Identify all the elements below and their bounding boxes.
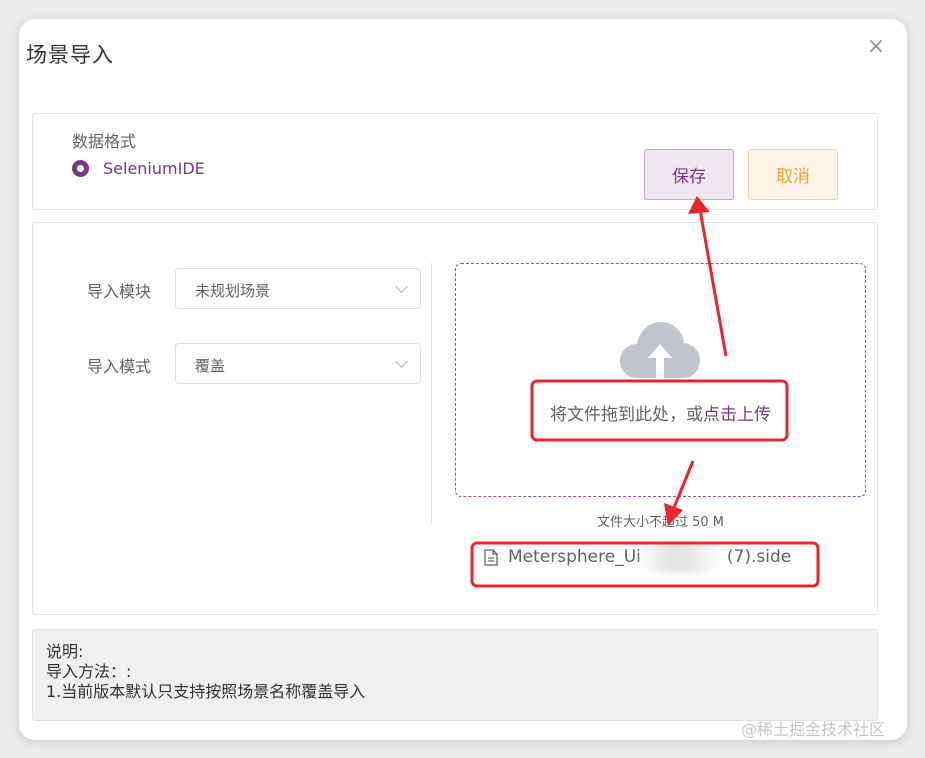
document-icon <box>484 548 498 566</box>
cloud-upload-icon <box>620 322 700 382</box>
uploaded-file-item[interactable]: Metersphere_Ui (7).side <box>484 547 791 567</box>
import-settings-section: 导入模块 未规划场景 导入模式 覆盖 将文件拖到此处，或点击上传 文件大小不超过… <box>32 222 878 615</box>
redaction-blur <box>639 543 721 573</box>
upload-dropzone[interactable]: 将文件拖到此处，或点击上传 <box>455 263 866 497</box>
format-section: 数据格式 SeleniumIDE 保存 取消 <box>32 113 878 210</box>
radio-label: SeleniumIDE <box>103 159 205 178</box>
radio-selenium-ide[interactable]: SeleniumIDE <box>72 159 205 178</box>
file-name-prefix: Metersphere_Ui <box>508 547 641 567</box>
import-module-select[interactable]: 未规划场景 <box>175 268 421 309</box>
import-mode-select[interactable]: 覆盖 <box>175 343 421 384</box>
chevron-down-icon <box>395 355 408 368</box>
vertical-divider <box>431 263 432 523</box>
radio-selected-icon[interactable] <box>72 160 89 177</box>
import-mode-value: 覆盖 <box>195 357 226 375</box>
drop-instruction: 将文件拖到此处，或点击上传 <box>456 400 865 425</box>
notes-title: 说明: <box>46 642 84 661</box>
cancel-button[interactable]: 取消 <box>748 149 838 200</box>
import-mode-label: 导入模式 <box>87 357 152 376</box>
drop-text: 将文件拖到此处，或 <box>550 405 703 425</box>
import-module-value: 未规划场景 <box>195 282 271 300</box>
import-module-label: 导入模块 <box>87 282 152 301</box>
notes-detail: 1.当前版本默认只支持按照场景名称覆盖导入 <box>46 682 366 701</box>
notes-panel: 说明: 导入方法：: 1.当前版本默认只支持按照场景名称覆盖导入 <box>32 629 878 721</box>
dialog-title: 场景导入 <box>26 43 114 67</box>
data-format-label: 数据格式 <box>72 132 137 151</box>
file-size-tip: 文件大小不超过 50 M <box>596 515 725 530</box>
file-name-suffix: (7).side <box>726 547 792 567</box>
save-button[interactable]: 保存 <box>644 149 734 200</box>
close-icon[interactable]: × <box>866 36 886 58</box>
notes-method: 导入方法：: <box>46 662 132 681</box>
import-scenario-dialog: 场景导入 × 数据格式 SeleniumIDE 保存 取消 导入模块 未规划场景… <box>19 19 907 740</box>
click-upload-link[interactable]: 点击上传 <box>703 405 771 425</box>
chevron-down-icon <box>395 280 408 293</box>
watermark-text: @稀土掘金技术社区 <box>741 720 886 739</box>
